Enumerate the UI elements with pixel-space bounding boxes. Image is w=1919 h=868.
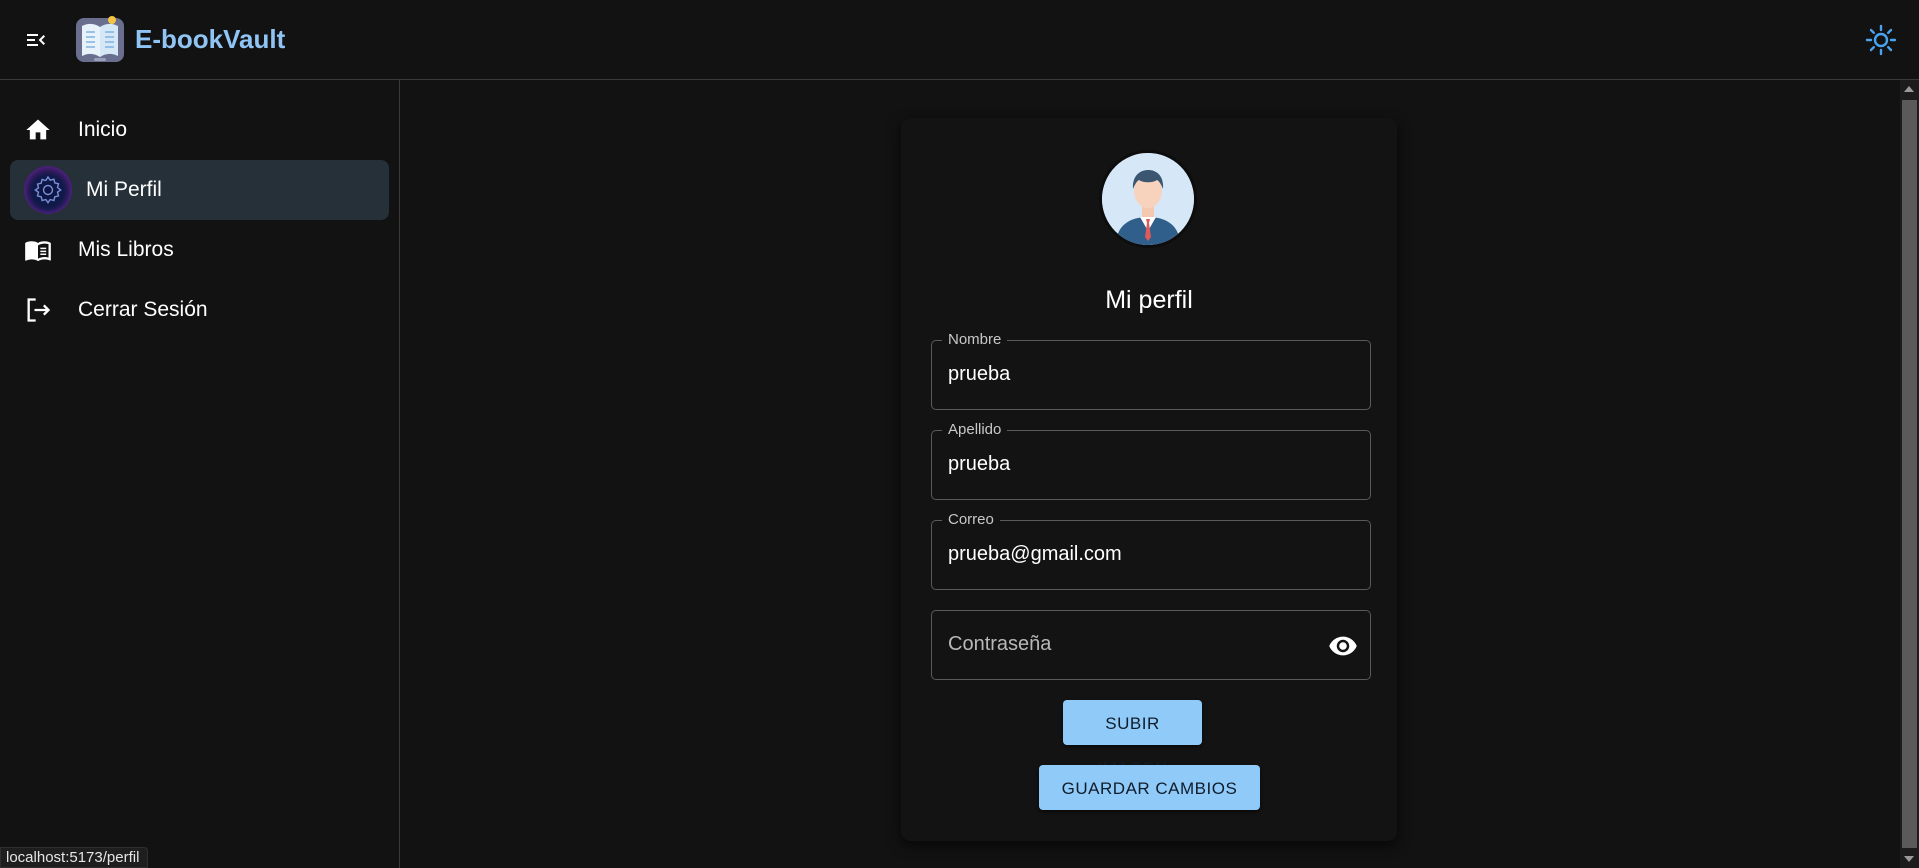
brand-title: E-bookVault [135,24,286,54]
sidebar-item-label: Inicio [78,118,128,141]
scroll-down-icon[interactable] [1904,856,1914,862]
scroll-up-icon[interactable] [1904,86,1914,92]
eye-icon[interactable] [1328,631,1358,661]
correo-field[interactable]: Correo [931,511,1371,590]
apellido-field[interactable]: Apellido [931,421,1371,500]
sidebar-item-label: Cerrar Sesión [78,298,208,321]
password-input[interactable] [948,633,1310,656]
apellido-input[interactable] [948,453,1310,476]
menu-collapse-icon[interactable] [24,28,48,52]
theme-toggle-sun-icon[interactable] [1865,24,1897,56]
nombre-label: Nombre [942,331,1008,348]
sidebar-item-cerrar-sesion[interactable]: Cerrar Sesión [10,280,389,340]
sidebar: Inicio Mi Perfil Mis Libros Cerrar Sesió… [0,80,400,868]
scrollbar[interactable] [1900,80,1919,868]
scroll-thumb[interactable] [1902,100,1917,848]
book-icon [24,236,52,264]
correo-label: Correo [942,511,1000,528]
correo-input[interactable] [948,543,1310,566]
user-avatar[interactable] [1099,150,1197,248]
nombre-field[interactable]: Nombre [931,331,1371,410]
gear-icon [24,166,72,214]
nombre-input[interactable] [948,363,1310,386]
sidebar-item-mis-libros[interactable]: Mis Libros [10,220,389,280]
sidebar-item-label: Mis Libros [78,238,174,261]
save-changes-button[interactable]: GUARDAR CAMBIOS [1039,765,1260,810]
apellido-label: Apellido [942,421,1008,438]
upload-image-button[interactable]: SUBIR IMAGEN [1063,700,1202,778]
sidebar-item-inicio[interactable]: Inicio [10,100,389,160]
logout-icon [24,296,52,324]
sidebar-item-label: Mi Perfil [86,178,162,201]
app-logo-icon [72,12,128,68]
sidebar-item-mi-perfil[interactable]: Mi Perfil [10,160,389,220]
home-icon [24,116,52,144]
page-title: Mi perfil [1105,286,1193,314]
profile-card: Mi perfil Nombre Apellido Correo SUBIR I… [901,118,1397,841]
password-field[interactable] [931,610,1371,680]
status-url: localhost:5173/perfil [0,847,149,868]
app-bar: E-bookVault [0,0,1919,80]
